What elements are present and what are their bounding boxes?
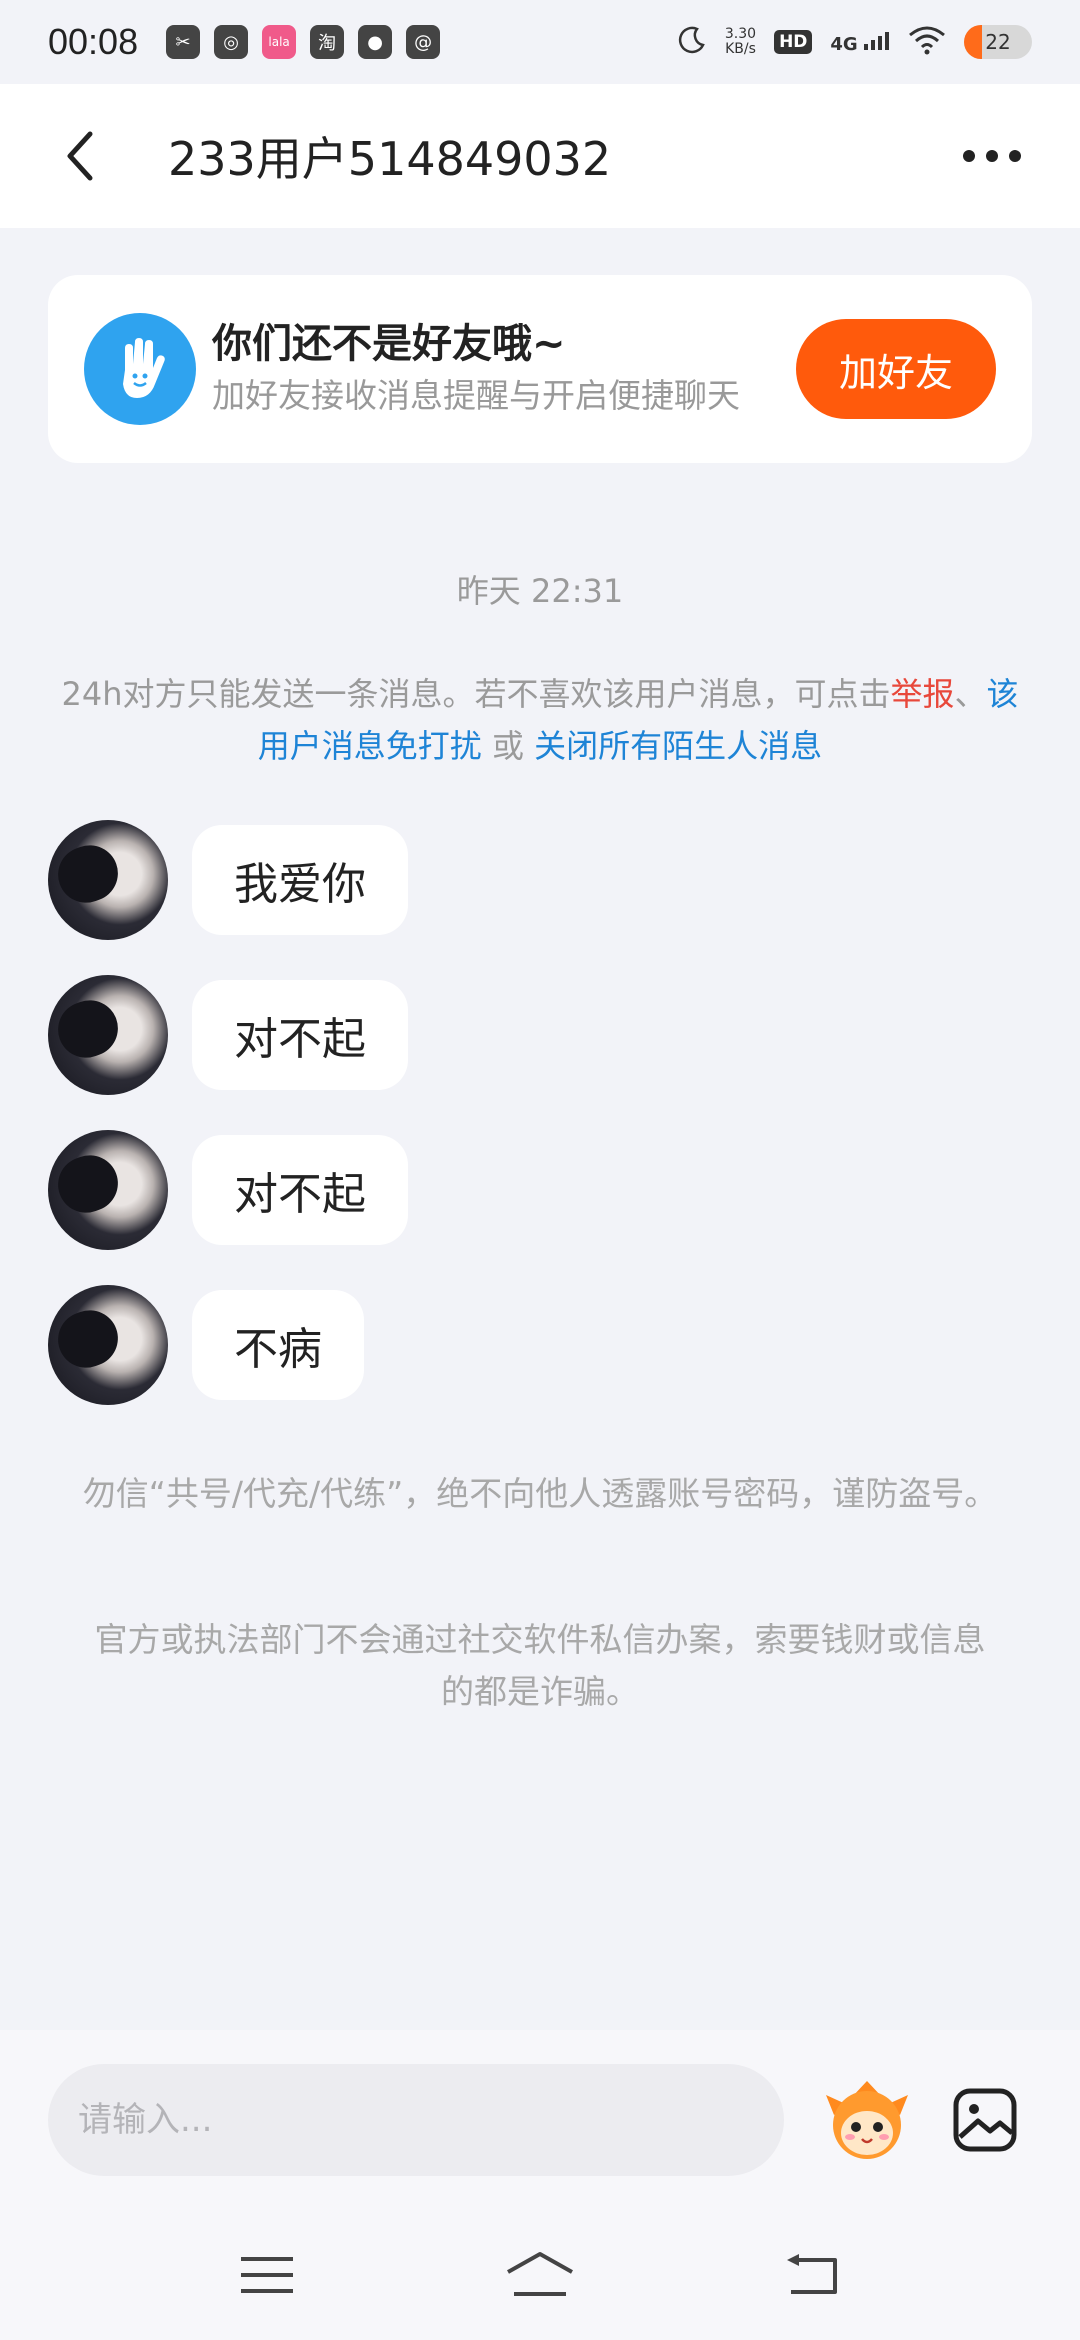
- scissors-app-icon: ✂: [166, 25, 201, 59]
- notice-text: 24h对方只能发送一条消息。若不喜欢该用户消息，可点击: [61, 675, 891, 713]
- sender-avatar[interactable]: [48, 1285, 168, 1405]
- chevron-left-icon: [67, 131, 93, 181]
- friend-prompt-title: 你们还不是好友哦~: [212, 321, 566, 367]
- wechat-icon: ◎: [214, 25, 249, 59]
- account-safety-warning: 勿信“共号/代充/代练”，绝不向他人透露账号密码，谨防盗号。: [82, 1474, 998, 1513]
- input-bar: [0, 2030, 1080, 2210]
- status-app-icons: ✂ ◎ lala 淘 ● @: [166, 25, 441, 59]
- image-button[interactable]: [938, 2072, 1032, 2168]
- sender-avatar[interactable]: [48, 1130, 168, 1250]
- battery-icon: 22: [964, 25, 1032, 59]
- more-options-button[interactable]: [952, 116, 1032, 196]
- back-nav-button[interactable]: [763, 2235, 863, 2315]
- fraud-warning: 官方或执法部门不会通过社交软件私信办案，索要钱财或信息的都是诈骗。: [94, 1620, 986, 1711]
- at-app-icon: @: [406, 25, 441, 59]
- message-row: 不病: [48, 1283, 364, 1407]
- friend-prompt-card: 你们还不是好友哦~ 加好友接收消息提醒与开启便捷聊天 加好友: [48, 275, 1032, 463]
- add-friend-button[interactable]: 加好友: [796, 319, 996, 419]
- lala-app-icon: lala: [262, 25, 297, 59]
- image-icon: [953, 2088, 1017, 2152]
- signal-icon: 4G: [830, 30, 890, 55]
- messenger-icon: ●: [358, 25, 393, 59]
- notice-or: 或: [481, 727, 535, 765]
- message-input[interactable]: [48, 2064, 784, 2176]
- friend-prompt-text: 你们还不是好友哦~ 加好友接收消息提醒与开启便捷聊天: [212, 317, 772, 421]
- home-icon: [507, 2252, 573, 2296]
- home-button[interactable]: [490, 2235, 590, 2315]
- status-bar: 00:08 ✂ ◎ lala 淘 ● @ 3.30 KB/s HD 4G 22: [0, 0, 1080, 84]
- net-speed-unit: KB/s: [725, 41, 756, 57]
- hd-badge: HD: [774, 30, 813, 54]
- message-row: 对不起: [48, 973, 408, 1097]
- net-speed-value: 3.30: [724, 26, 757, 42]
- sender-avatar[interactable]: [48, 975, 168, 1095]
- close-stranger-messages-link[interactable]: 关闭所有陌生人消息: [534, 727, 822, 765]
- message-row: 我爱你: [48, 818, 408, 942]
- page-title: 233用户514849032: [168, 132, 612, 186]
- chat-timestamp: 昨天 22:31: [456, 572, 624, 610]
- mascot-emoji-icon: [825, 2081, 908, 2159]
- message-bubble[interactable]: 对不起: [192, 1135, 408, 1245]
- message-bubble[interactable]: 对不起: [192, 980, 408, 1090]
- notice-separator: 、: [954, 675, 987, 713]
- report-link[interactable]: 举报: [890, 675, 954, 713]
- stranger-message-notice: 24h对方只能发送一条消息。若不喜欢该用户消息，可点击举报、该用户消息免打扰 或…: [60, 668, 1020, 772]
- sender-avatar[interactable]: [48, 820, 168, 940]
- status-time: 00:08: [48, 21, 139, 62]
- friend-prompt-subtitle: 加好友接收消息提醒与开启便捷聊天: [212, 376, 740, 415]
- battery-level: 22: [985, 30, 1011, 54]
- signal-label: 4G: [830, 33, 858, 55]
- more-dots-icon: [963, 150, 1021, 162]
- system-nav-bar: [0, 2210, 1080, 2340]
- emoji-button[interactable]: [820, 2072, 914, 2168]
- message-bubble[interactable]: 不病: [192, 1290, 364, 1400]
- message-bubble[interactable]: 我爱你: [192, 825, 408, 935]
- menu-icon: [240, 2257, 293, 2293]
- taobao-icon: 淘: [310, 25, 345, 59]
- back-button[interactable]: [20, 84, 140, 228]
- net-speed: 3.30 KB/s: [725, 27, 756, 57]
- menu-button[interactable]: [217, 2235, 317, 2315]
- wave-hand-icon: [84, 313, 196, 425]
- header-bar: 233用户514849032: [0, 84, 1080, 228]
- moon-icon: [677, 25, 707, 59]
- return-icon: [787, 2254, 838, 2294]
- message-row: 对不起: [48, 1128, 408, 1252]
- status-indicators: 3.30 KB/s HD 4G 22: [677, 25, 1032, 59]
- wifi-icon: [908, 25, 946, 59]
